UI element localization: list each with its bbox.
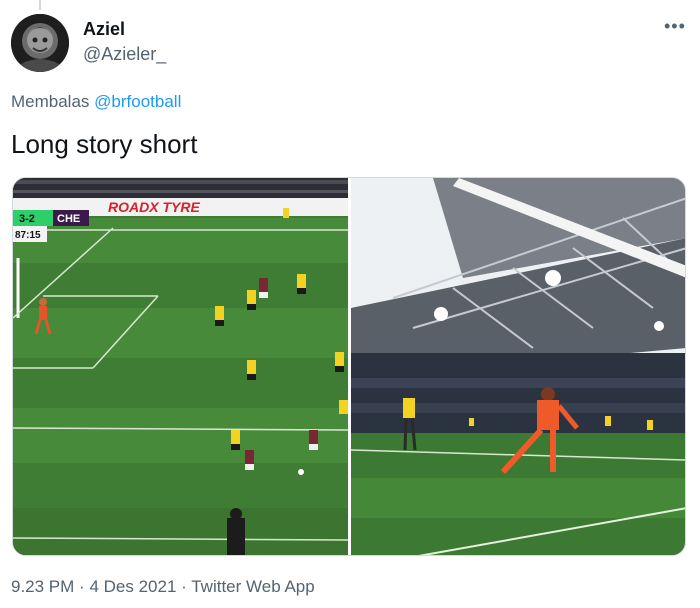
team-text: CHE bbox=[57, 213, 80, 225]
tweet-text: Long story short bbox=[11, 129, 198, 159]
right-video-still bbox=[350, 178, 685, 555]
author-handle[interactable]: @Azieler_ bbox=[83, 44, 166, 65]
more-horizontal-icon[interactable]: ••• bbox=[664, 16, 686, 37]
tweet-time[interactable]: 9.23 PM bbox=[11, 577, 74, 596]
thread-connector-line bbox=[39, 0, 41, 10]
replying-to-line: Membalas @brfootball bbox=[11, 92, 181, 112]
mention-link[interactable]: @brfootball bbox=[94, 92, 181, 111]
tweet-date[interactable]: 4 Des 2021 bbox=[89, 577, 176, 596]
tweet-meta: 9.23 PM · 4 Des 2021 · Twitter Web App bbox=[11, 577, 315, 597]
avatar[interactable] bbox=[11, 14, 69, 72]
ad-board-text: ROADX TYRE bbox=[108, 199, 200, 215]
clock-text: 87:15 bbox=[15, 230, 41, 241]
score-text: 3-2 bbox=[19, 213, 35, 225]
meta-separator: · bbox=[181, 577, 187, 596]
tweet-source: Twitter Web App bbox=[191, 577, 315, 596]
tweet-media[interactable]: ROADX TYRE 3-2 CHE 87:15 bbox=[12, 177, 686, 556]
media-collage: ROADX TYRE 3-2 CHE 87:15 bbox=[13, 178, 685, 555]
meta-separator: · bbox=[79, 577, 85, 596]
left-video-still: ROADX TYRE 3-2 CHE 87:15 bbox=[13, 178, 349, 555]
media-divider bbox=[348, 178, 351, 555]
replying-prefix: Membalas bbox=[11, 92, 90, 111]
avatar-image bbox=[11, 14, 69, 72]
author-name[interactable]: Aziel bbox=[83, 19, 125, 40]
